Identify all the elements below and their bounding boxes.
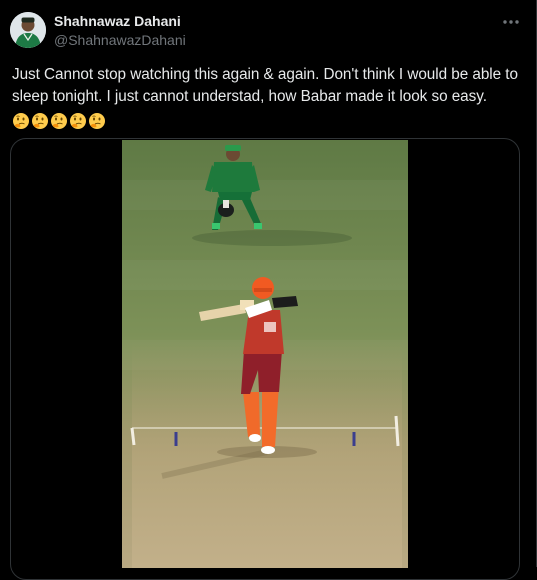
author-handle[interactable]: @ShahnawazDahani (54, 32, 186, 48)
tweet-text-block: Just Cannot stop watching this again & a… (12, 64, 526, 132)
more-horizontal-icon (503, 20, 519, 24)
media-container[interactable] (10, 138, 520, 580)
video-frame (122, 140, 408, 568)
thinking-face-icon (13, 112, 29, 129)
thinking-face-icon (70, 112, 86, 129)
thinking-face-icon (89, 112, 105, 129)
video-player[interactable] (122, 140, 408, 568)
avatar[interactable] (10, 12, 46, 48)
avatar-image (10, 12, 46, 48)
author-name[interactable]: Shahnawaz Dahani (54, 13, 181, 29)
thinking-face-icon (51, 112, 67, 129)
more-options-button[interactable] (496, 10, 526, 34)
emoji-row (12, 110, 107, 132)
thinking-face-icon (32, 112, 48, 129)
tweet-text: Just Cannot stop watching this again & a… (12, 66, 518, 105)
